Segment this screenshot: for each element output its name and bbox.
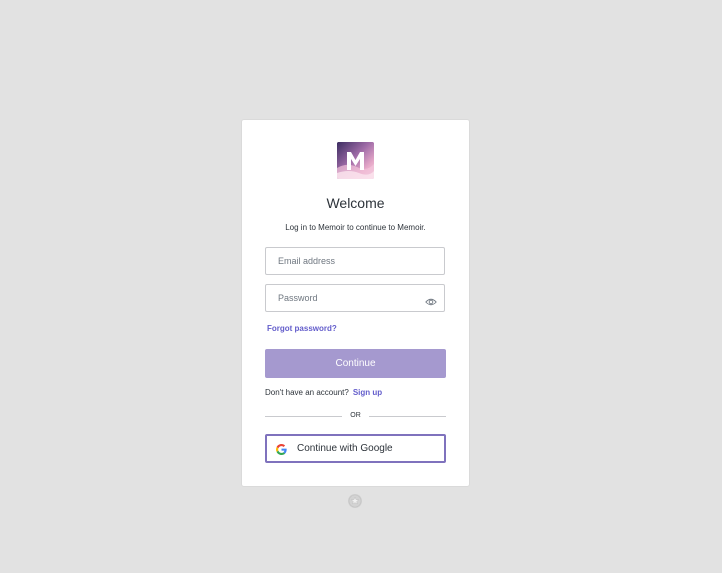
login-subtitle: Log in to Memoir to continue to Memoir. bbox=[285, 223, 426, 232]
or-divider: OR bbox=[265, 411, 446, 421]
signup-prompt: Don't have an account? bbox=[265, 388, 349, 397]
email-field-wrapper bbox=[265, 247, 445, 275]
memoir-logo-icon bbox=[337, 142, 374, 179]
password-field-wrapper bbox=[265, 284, 445, 312]
star-badge-icon[interactable] bbox=[348, 494, 362, 508]
google-icon bbox=[276, 443, 287, 455]
continue-with-google-button[interactable]: Continue with Google bbox=[265, 434, 446, 463]
forgot-password-link[interactable]: Forgot password? bbox=[267, 324, 337, 333]
page-title: Welcome bbox=[326, 195, 385, 211]
signup-row: Don't have an account? Sign up bbox=[265, 388, 382, 397]
divider-line-right bbox=[369, 416, 446, 417]
signup-link[interactable]: Sign up bbox=[353, 388, 382, 397]
google-button-label: Continue with Google bbox=[297, 443, 393, 454]
continue-button[interactable]: Continue bbox=[265, 349, 446, 378]
email-field[interactable] bbox=[266, 248, 444, 274]
password-field[interactable] bbox=[266, 285, 444, 311]
eye-icon[interactable] bbox=[425, 294, 437, 306]
login-card: Welcome Log in to Memoir to continue to … bbox=[242, 120, 469, 486]
